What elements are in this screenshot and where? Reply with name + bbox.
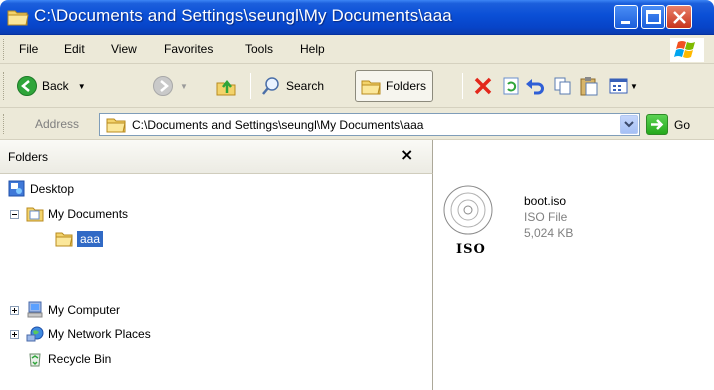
file-size: 5,024 KB	[524, 226, 574, 240]
window-title: C:\Documents and Settings\seungl\My Docu…	[34, 6, 452, 25]
address-grip[interactable]	[3, 114, 6, 134]
tree-item-my-network-places[interactable]: My Network Places	[26, 323, 151, 345]
maximize-button[interactable]	[641, 5, 665, 29]
forward-arrow-icon	[153, 76, 173, 96]
file-item-boot-iso[interactable]: boot.iso ISO File 5,024 KB ISO	[434, 140, 634, 257]
refresh-icon	[503, 77, 519, 95]
file-type: ISO File	[524, 210, 568, 224]
tree-label: My Computer	[48, 303, 121, 317]
refresh-button[interactable]	[500, 70, 522, 102]
tree-item-recycle-bin[interactable]: Recycle Bin	[26, 348, 111, 370]
folders-pane-header: Folders ×	[0, 140, 433, 174]
views-icon	[609, 78, 628, 94]
back-label: Back	[42, 79, 69, 93]
search-label: Search	[286, 79, 325, 93]
folders-icon	[361, 80, 381, 95]
expand-my-computer-icon[interactable]	[10, 306, 19, 315]
undo-button[interactable]	[524, 70, 546, 102]
views-dropdown-icon[interactable]: ▼	[630, 82, 638, 91]
menu-view[interactable]: View	[111, 42, 137, 56]
toolbar-separator	[462, 73, 463, 99]
maximize-icon	[646, 10, 661, 24]
tree-label: My Network Places	[48, 327, 151, 341]
menu-favorites[interactable]: Favorites	[164, 42, 213, 56]
forward-button[interactable]: ▼	[152, 70, 188, 102]
paste-button[interactable]	[578, 70, 600, 102]
recycle-bin-icon	[29, 353, 41, 367]
tree-item-my-computer[interactable]: My Computer	[26, 299, 120, 321]
windows-logo	[670, 38, 704, 62]
iso-icon-label: ISO	[456, 242, 486, 257]
delete-icon	[474, 77, 492, 95]
address-value[interactable]: C:\Documents and Settings\seungl\My Docu…	[132, 118, 423, 132]
address-dropdown-button[interactable]	[620, 115, 638, 134]
menu-file[interactable]: File	[19, 42, 38, 56]
go-label: Go	[674, 117, 691, 132]
tree-item-my-documents[interactable]: My Documents	[26, 203, 128, 225]
folders-button[interactable]: Folders	[355, 70, 434, 102]
file-name: boot.iso	[524, 194, 567, 208]
tree-item-aaa[interactable]: aaa	[55, 228, 104, 250]
tree-item-desktop[interactable]: Desktop	[8, 178, 74, 200]
folder-open-icon	[55, 232, 73, 247]
undo-icon	[526, 79, 544, 95]
file-list-pane: boot.iso ISO File 5,024 KB ISO	[434, 140, 714, 390]
folders-label: Folders	[386, 79, 427, 93]
network-places-icon	[26, 326, 44, 342]
tree-label: Recycle Bin	[48, 352, 112, 366]
disc-icon	[443, 185, 493, 235]
folders-pane-title: Folders	[8, 150, 49, 164]
computer-icon	[27, 301, 43, 318]
title-bar[interactable]: C:\Documents and Settings\seungl\My Docu…	[0, 0, 714, 35]
go-arrow-icon	[646, 114, 668, 135]
delete-button[interactable]	[472, 70, 494, 102]
back-arrow-icon	[17, 76, 37, 96]
folder-icon	[7, 10, 29, 26]
tree-label: My Documents	[48, 207, 129, 221]
minimize-button[interactable]	[614, 5, 638, 29]
tree-label: Desktop	[30, 182, 75, 196]
menu-bar: File Edit View Favorites Tools Help	[0, 35, 714, 64]
address-bar: Address C:\Documents and Settings\seungl…	[0, 108, 714, 140]
close-icon	[673, 11, 686, 24]
paste-icon	[580, 77, 598, 96]
close-button[interactable]	[666, 5, 692, 29]
search-button[interactable]: Search	[260, 70, 324, 102]
forward-dropdown-icon[interactable]: ▼	[180, 82, 188, 91]
back-button[interactable]: Back ▼	[16, 70, 86, 102]
back-dropdown-icon[interactable]: ▼	[78, 82, 86, 91]
toolbar-grip[interactable]	[3, 72, 6, 100]
up-button[interactable]	[215, 70, 237, 102]
search-icon	[262, 77, 279, 95]
menu-help[interactable]: Help	[300, 42, 325, 56]
toolbar-separator	[250, 73, 251, 99]
my-documents-icon	[26, 207, 44, 222]
chevron-down-icon	[624, 121, 634, 128]
expand-my-network-places-icon[interactable]	[10, 330, 19, 339]
standard-toolbar: Back ▼ ▼ Search Folders ▼	[0, 64, 714, 108]
views-button[interactable]: ▼	[608, 70, 638, 102]
menu-tools[interactable]: Tools	[245, 42, 273, 56]
minimize-icon	[621, 21, 630, 24]
tree-label-selected: aaa	[77, 231, 104, 247]
address-input[interactable]: C:\Documents and Settings\seungl\My Docu…	[99, 113, 640, 136]
menu-grip[interactable]	[3, 39, 6, 60]
copy-icon	[554, 77, 571, 95]
close-pane-icon[interactable]: ×	[400, 145, 413, 164]
folders-tree: Desktop My Documents aaa My Computer My …	[0, 174, 433, 390]
address-label: Address	[35, 117, 80, 131]
go-button[interactable]: Go	[646, 113, 690, 136]
folder-up-icon	[216, 79, 236, 96]
collapse-my-documents-icon[interactable]	[10, 210, 19, 219]
copy-button[interactable]	[552, 70, 574, 102]
menu-edit[interactable]: Edit	[64, 42, 85, 56]
desktop-icon	[8, 180, 25, 197]
folder-icon	[106, 118, 126, 133]
